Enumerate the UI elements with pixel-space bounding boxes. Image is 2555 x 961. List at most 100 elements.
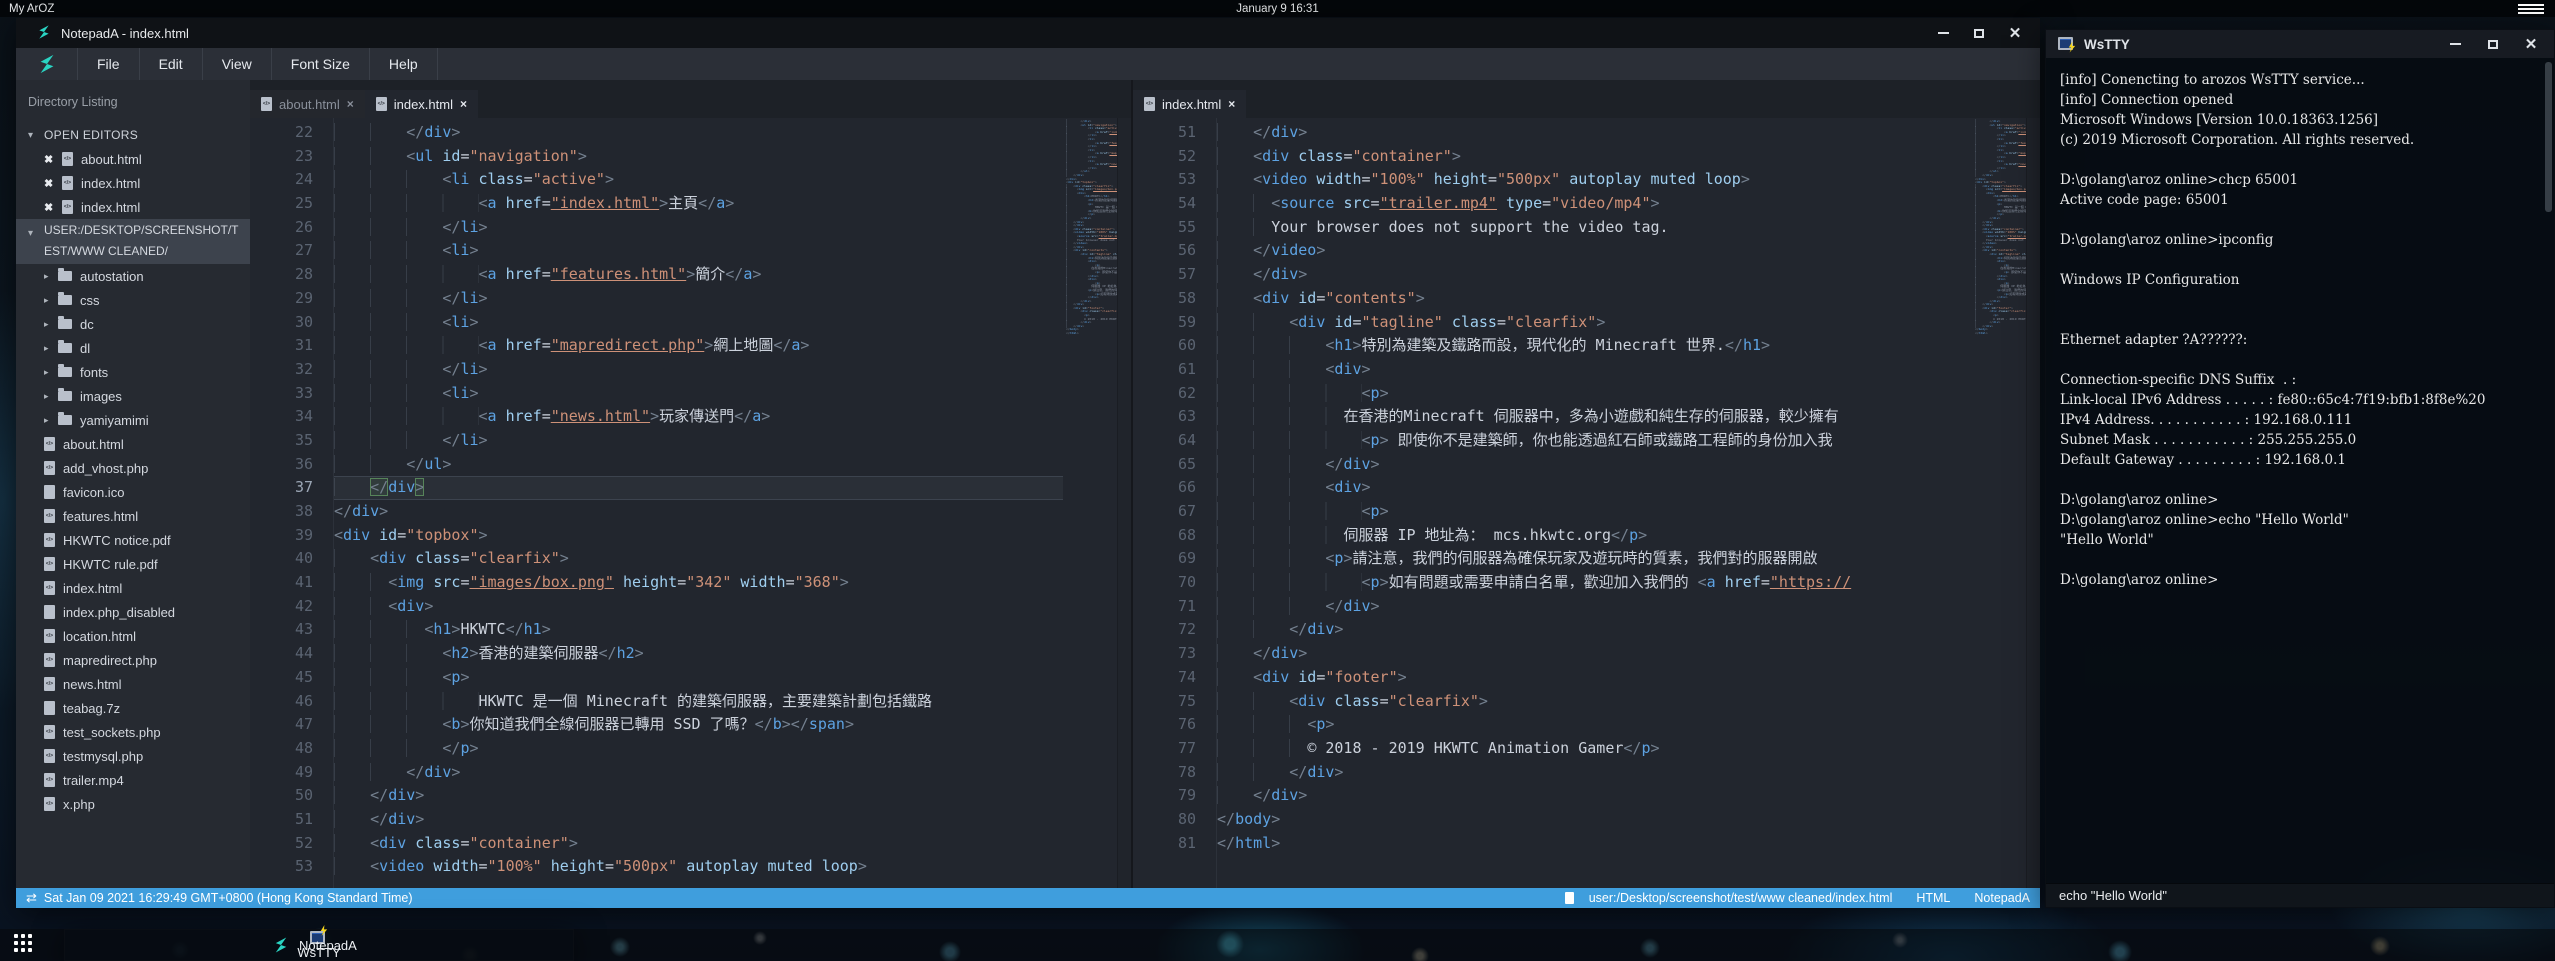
app-grid-icon[interactable] [14,934,36,956]
line-number: 63 [1133,405,1196,429]
terminal-line: D:\golang\aroz online> [2060,492,2550,512]
folder-icon [58,391,72,401]
tree-file-item[interactable]: news.html [16,672,250,696]
tree-folder-item[interactable]: ▸css [16,288,250,312]
close-icon[interactable]: ✖ [44,177,62,190]
code-editor-right[interactable]: </div> <div class="container"> <video wi… [1216,118,1972,888]
menu-item-font-size[interactable]: Font Size [272,48,370,80]
tree-file-item[interactable]: test_sockets.php [16,720,250,744]
tree-folder-item[interactable]: ▸yamiyamimi [16,408,250,432]
open-editor-label: about.html [81,152,142,167]
tree-file-item[interactable]: teabag.7z [16,696,250,720]
line-number: 38 [250,500,313,524]
menu-item-edit[interactable]: Edit [140,48,203,80]
wstty-title: WsTTY [2084,37,2130,52]
tree-file-item[interactable]: add_vhost.php [16,456,250,480]
tree-file-item[interactable]: x.php [16,792,250,816]
code-line: <p> [1217,713,1972,737]
line-number: 42 [250,595,313,619]
file-label: test_sockets.php [63,725,161,740]
close-icon[interactable]: ✕ [2520,35,2542,53]
scrollbar-left[interactable] [1117,118,1131,888]
notepada-logo-icon [36,24,52,43]
tree-file-item[interactable]: index.html [16,576,250,600]
file-label: mapredirect.php [63,653,157,668]
wstty-titlebar[interactable]: WsTTY ✕ [2046,30,2554,58]
minimize-icon[interactable] [1932,24,1954,42]
tree-file-item[interactable]: testmysql.php [16,744,250,768]
line-number: 64 [1133,429,1196,453]
code-line: <div class="container"> [334,832,1063,856]
editor-tab-index.html[interactable]: index.html × [1133,90,1246,118]
line-number: 55 [1133,216,1196,240]
line-number: 57 [1133,263,1196,287]
terminal-scrollbar[interactable] [2545,62,2552,862]
tab-label: index.html [1162,97,1221,112]
file-label: trailer.mp4 [63,773,124,788]
notepada-titlebar[interactable]: NotepadA - index.html ✕ [16,18,2040,48]
terminal-output[interactable]: [info] Conencting to arozos WsTTY servic… [2046,58,2554,883]
folder-icon [58,319,72,329]
taskbar-item-notepada[interactable]: NotepadA [264,929,365,961]
menu-item-help[interactable]: Help [370,48,438,80]
close-icon[interactable]: ✖ [44,153,62,166]
code-line: <div class="clearfix"> [334,547,1063,571]
editor-tab-about.html[interactable]: about.html× [250,90,365,118]
tree-folder-item[interactable]: ▸dc [16,312,250,336]
menu-item-file[interactable]: File [78,48,140,80]
terminal-line [2060,292,2550,312]
hamburger-menu-icon[interactable] [2518,4,2544,14]
workspace-root-item[interactable]: ▾ USER:/DESKTOP/SCREENSHOT/TEST/WWW CLEA… [16,219,250,264]
tree-folder-item[interactable]: ▸images [16,384,250,408]
tree-folder-item[interactable]: ▸dl [16,336,250,360]
close-icon[interactable]: × [347,97,354,111]
tree-file-item[interactable]: mapredirect.php [16,648,250,672]
notepada-menu-logo-icon[interactable] [16,48,78,80]
tree-file-item[interactable]: HKWTC rule.pdf [16,552,250,576]
notepada-logo-icon [272,936,290,954]
minimap-left[interactable]: </div> <ul id="navigation"> <li class="a… [1063,118,1117,888]
tree-file-item[interactable]: about.html [16,432,250,456]
file-label: location.html [63,629,136,644]
maximize-icon[interactable] [1968,24,1990,42]
terminal-line: D:\golang\aroz online> [2060,572,2550,592]
close-icon[interactable]: ✖ [44,201,62,214]
open-editors-section[interactable]: ▾ OPEN EDITORS [16,123,250,147]
minimap-right[interactable]: </div> <ul id="navigation"> <li class="a… [1972,118,2026,888]
code-editor-left[interactable]: </div> <ul id="navigation"> <li class="a… [333,118,1063,888]
open-editor-item[interactable]: ✖index.html [16,171,250,195]
tree-file-item[interactable]: trailer.mp4 [16,768,250,792]
code-line: </video> [1217,239,1972,263]
line-number: 75 [1133,690,1196,714]
line-number: 28 [250,263,313,287]
chevron-right-icon: ▸ [44,391,58,402]
tree-folder-item[interactable]: ▸fonts [16,360,250,384]
code-line: 伺服器 IP 地址為： mcs.hkwtc.org</p> [1217,524,1972,548]
tree-folder-item[interactable]: ▸autostation [16,264,250,288]
maximize-icon[interactable] [2482,35,2504,53]
tree-file-item[interactable]: HKWTC notice.pdf [16,528,250,552]
line-number: 76 [1133,713,1196,737]
menu-item-view[interactable]: View [203,48,272,80]
tree-file-item[interactable]: location.html [16,624,250,648]
file-label: about.html [63,437,124,452]
tree-file-item[interactable]: features.html [16,504,250,528]
tree-file-item[interactable]: favicon.ico [16,480,250,504]
open-editor-item[interactable]: ✖index.html [16,195,250,219]
close-icon[interactable]: × [1228,97,1235,111]
line-number: 26 [250,216,313,240]
code-line: </div> [1217,595,1972,619]
terminal-input[interactable]: echo "Hello World" [2046,883,2554,907]
editor-tab-index.html[interactable]: index.html× [365,90,478,118]
scrollbar-right[interactable] [2026,118,2040,888]
file-icon [44,557,55,571]
terminal-line: D:\golang\aroz online>ipconfig [2060,232,2550,252]
minimize-icon[interactable] [2444,35,2466,53]
file-icon [44,437,55,451]
open-editor-item[interactable]: ✖ about.html [16,147,250,171]
close-icon[interactable]: ✕ [2004,24,2026,42]
code-line: <div id="footer"> [1217,666,1972,690]
close-icon[interactable]: × [460,97,467,111]
tree-file-item[interactable]: index.php_disabled [16,600,250,624]
editor-group-left: about.html×index.html× 22232425262728293… [250,80,1131,888]
